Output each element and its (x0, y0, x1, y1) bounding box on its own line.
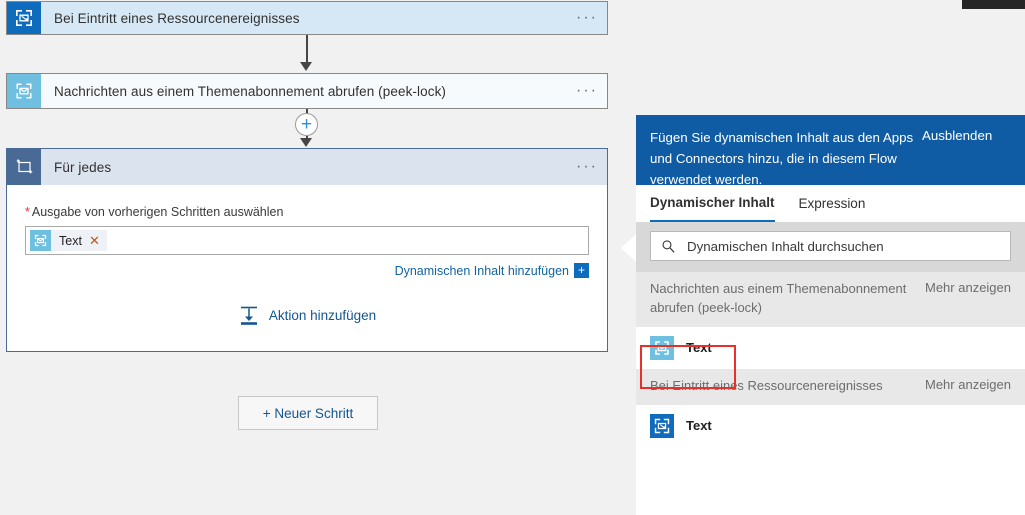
flow-card-trigger[interactable]: Bei Eintritt eines Ressourcenereignisses… (6, 1, 608, 35)
service-bus-message-icon-svg (34, 234, 47, 247)
foreach-body: * Ausgabe von vorherigen Schritten auswäh… (7, 185, 607, 326)
service-bus-message-icon-svg (655, 340, 669, 355)
flow-designer-canvas: Bei Eintritt eines Ressourcenereignisses… (0, 0, 632, 515)
search-icon (662, 239, 675, 253)
show-more-link-2[interactable]: Mehr anzeigen (915, 377, 1011, 392)
top-dark-bar (962, 0, 1025, 9)
connector-line-1 (306, 35, 308, 63)
hide-flyout-link[interactable]: Ausblenden (922, 127, 992, 143)
resource-event-icon-svg (16, 10, 32, 26)
flow-card-trigger-header: Bei Eintritt eines Ressourcenereignisses… (7, 2, 607, 34)
dynamic-item-label: Text (686, 418, 712, 434)
add-dynamic-content-row: Dynamischen Inhalt hinzufügen + (25, 263, 589, 278)
close-icon[interactable]: ✕ (89, 234, 100, 247)
flow-card-action-header: Nachrichten aus einem Themenabonnement a… (7, 74, 607, 108)
service-bus-message-icon (650, 335, 674, 360)
connector-arrow-2 (300, 138, 312, 147)
insert-action-icon (238, 304, 260, 326)
dynamic-group-title-1: Nachrichten aus einem Themenabonnement a… (650, 281, 907, 315)
add-step-plus-label: + (300, 114, 313, 135)
add-dynamic-content-link[interactable]: Dynamischen Inhalt hinzufügen (395, 264, 569, 278)
dynamic-token-chip[interactable]: Text ✕ (30, 230, 107, 251)
resource-event-icon-svg (654, 418, 670, 433)
add-action-label: Aktion hinzufügen (268, 307, 377, 323)
flyout-pointer (621, 233, 637, 263)
flow-card-trigger-menu-button[interactable]: ··· (567, 10, 607, 26)
connector-arrow-1 (300, 62, 312, 71)
dynamic-item-text-resource-event[interactable]: Text (636, 404, 1025, 447)
service-bus-message-icon (7, 74, 41, 108)
service-bus-message-icon-svg (16, 83, 32, 99)
tab-expression[interactable]: Expression (799, 185, 866, 222)
dynamic-group-header-1: Nachrichten aus einem Themenabonnement a… (636, 272, 1025, 327)
required-marker: * (25, 205, 30, 219)
dynamic-group-header-2: Bei Eintritt eines Ressourcenereignisses… (636, 368, 1025, 405)
flyout-header-text: Fügen Sie dynamischen Inhalt aus den App… (650, 130, 914, 187)
add-step-plus-button[interactable]: + (295, 113, 318, 136)
flow-card-action[interactable]: Nachrichten aus einem Themenabonnement a… (6, 73, 608, 109)
new-step-button[interactable]: + Neuer Schritt (238, 396, 378, 430)
flow-card-foreach-menu-button[interactable]: ··· (567, 159, 607, 175)
flow-card-action-title: Nachrichten aus einem Themenabonnement a… (54, 83, 447, 99)
flyout-header: Fügen Sie dynamischen Inhalt aus den App… (636, 115, 1025, 187)
flow-card-trigger-title: Bei Eintritt eines Ressourcenereignisses (54, 10, 300, 26)
flow-card-action-menu-button[interactable]: ··· (567, 83, 607, 99)
for-each-loop-icon (7, 149, 41, 185)
resource-event-icon (650, 413, 674, 438)
resource-event-icon (7, 2, 41, 34)
flow-card-foreach[interactable]: Für jedes ··· * Ausgabe von vorherigen Sc… (6, 148, 608, 352)
insert-action-icon-svg (240, 306, 257, 325)
flow-card-foreach-header: Für jedes ··· (7, 149, 607, 185)
for-each-loop-icon-svg (16, 158, 32, 173)
service-bus-message-icon (30, 230, 51, 251)
dynamic-group-title-2: Bei Eintritt eines Ressourcenereignisses (650, 377, 883, 393)
foreach-field-label: * Ausgabe von vorherigen Schritten auswäh… (25, 205, 589, 219)
add-dynamic-content-plus-icon[interactable]: + (574, 263, 589, 278)
add-action-button[interactable]: Aktion hinzufügen (25, 304, 589, 326)
dynamic-token-label: Text (59, 233, 82, 248)
show-more-link-1[interactable]: Mehr anzeigen (915, 280, 1011, 295)
tab-dynamic-content[interactable]: Dynamischer Inhalt (650, 185, 775, 222)
dynamic-content-flyout: Fügen Sie dynamischen Inhalt aus den App… (636, 115, 1025, 515)
search-input[interactable]: Dynamischen Inhalt durchsuchen (650, 231, 1011, 261)
foreach-field-label-text: Ausgabe von vorherigen Schritten auswähl… (31, 205, 284, 219)
flyout-tabs: Dynamischer Inhalt Expression (636, 185, 1025, 222)
foreach-output-input[interactable]: Text ✕ (25, 226, 589, 255)
flyout-search-zone: Dynamischen Inhalt durchsuchen (636, 222, 1025, 272)
dynamic-item-label: Text (686, 340, 712, 356)
dynamic-item-text-servicebus[interactable]: Text (636, 326, 1025, 369)
flow-card-foreach-title: Für jedes (54, 159, 112, 175)
search-input-placeholder: Dynamischen Inhalt durchsuchen (687, 238, 884, 254)
